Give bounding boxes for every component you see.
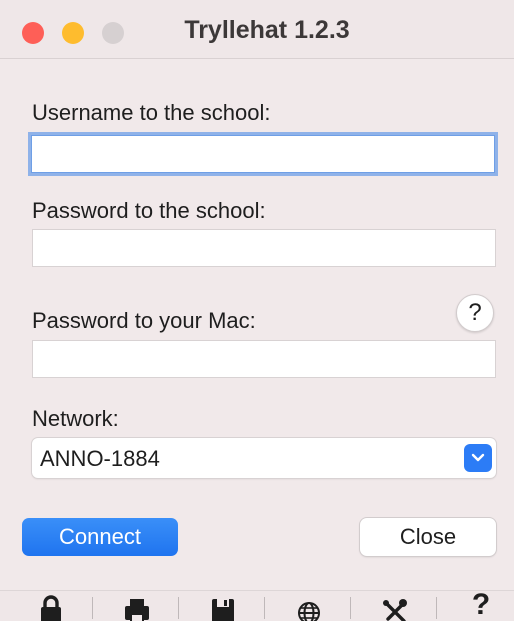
network-label: Network: — [32, 406, 119, 431]
toolbar-divider — [178, 597, 179, 619]
lock-tab[interactable] — [8, 595, 94, 621]
lock-icon — [41, 595, 61, 621]
printer-tab[interactable] — [94, 595, 180, 621]
network-tab[interactable] — [266, 595, 352, 621]
toolbar-divider — [92, 597, 93, 619]
username-label: Username to the school: — [32, 100, 271, 125]
globe-icon — [298, 602, 320, 621]
network-selected-value: ANNO-1884 — [40, 446, 160, 471]
save-tab[interactable] — [180, 595, 266, 621]
printer-icon — [125, 599, 149, 621]
title-bar[interactable]: Tryllehat 1.2.3 — [0, 0, 514, 59]
help-icon: ? — [471, 588, 491, 621]
connect-button[interactable]: Connect — [22, 518, 178, 556]
tools-tab[interactable] — [352, 595, 438, 621]
close-button[interactable]: Close — [360, 518, 496, 556]
help-button[interactable]: ? — [456, 294, 494, 332]
window-title: Tryllehat 1.2.3 — [184, 16, 350, 44]
app-window: Tryllehat 1.2.3 Username to the school: … — [0, 0, 514, 621]
toolbar-divider — [264, 597, 265, 619]
toolbar-divider — [436, 597, 437, 619]
chevron-down-icon[interactable] — [464, 444, 492, 472]
username-field[interactable] — [28, 132, 498, 176]
bottom-toolbar: ? — [0, 590, 514, 621]
mac-password-label: Password to your Mac: — [32, 308, 256, 333]
mac-password-input[interactable] — [33, 341, 495, 377]
school-password-label: Password to the school: — [32, 198, 266, 223]
username-input[interactable] — [31, 135, 495, 173]
network-select[interactable]: ANNO-1884 — [32, 438, 496, 478]
toolbar-divider — [350, 597, 351, 619]
school-password-input[interactable] — [33, 230, 495, 266]
mac-password-field[interactable] — [32, 340, 496, 378]
help-tab[interactable]: ? — [438, 590, 514, 621]
save-icon — [212, 599, 234, 621]
school-password-field[interactable] — [32, 229, 496, 267]
tools-icon — [383, 599, 407, 621]
